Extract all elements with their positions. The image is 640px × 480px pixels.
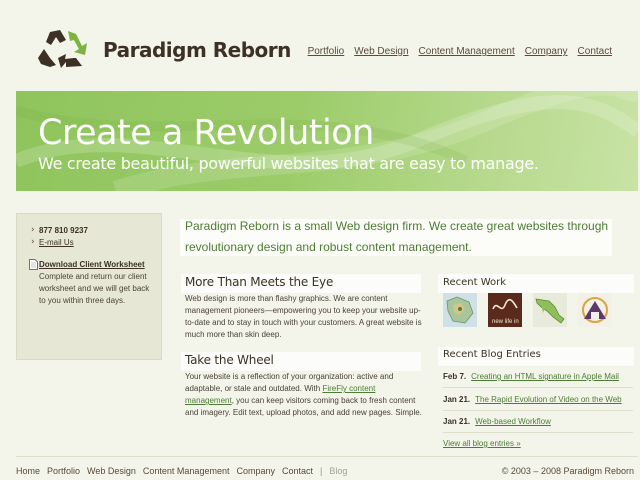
blog-link[interactable]: Web-based Workflow xyxy=(475,417,551,426)
footer-link-portfolio[interactable]: Portfolio xyxy=(47,466,80,476)
thumb-caption: new life in xyxy=(492,319,519,325)
copyright-text: © 2003 – 2008 Paradigm Reborn xyxy=(501,466,634,476)
contact-sidebar: › 877 810 9237 › E-mail Us Download Clie… xyxy=(16,213,162,360)
site-logo-text[interactable]: Paradigm Reborn xyxy=(103,38,291,62)
footer-link-contact[interactable]: Contact xyxy=(282,466,313,476)
banner-title: Create a Revolution xyxy=(38,113,374,153)
hero-banner: Create a Revolution We create beautiful,… xyxy=(16,91,638,191)
blog-link[interactable]: The Rapid Evolution of Video on the Web xyxy=(475,395,621,404)
intro-text: Paradigm Reborn is a small Web design fi… xyxy=(185,219,609,254)
recent-work-heading: Recent Work xyxy=(443,277,507,288)
nav-web-design[interactable]: Web Design xyxy=(354,46,408,57)
recycle-icon[interactable] xyxy=(36,28,92,70)
blog-date: Jan 21. xyxy=(443,395,471,404)
blog-date: Jan 21. xyxy=(443,417,471,426)
download-description: Complete and return our client worksheet… xyxy=(39,272,150,305)
footer-link-web-design[interactable]: Web Design xyxy=(87,466,136,476)
divider xyxy=(443,432,633,433)
footer-link-blog[interactable]: Blog xyxy=(329,466,347,476)
footer-separator: | xyxy=(320,466,323,476)
footer-link-content-management[interactable]: Content Management xyxy=(143,466,230,476)
blog-date: Feb 7. xyxy=(443,372,467,381)
email-link[interactable]: E-mail Us xyxy=(39,238,74,247)
nav-content-management[interactable]: Content Management xyxy=(419,46,515,57)
blog-entry: Jan 21. Web-based Workflow xyxy=(443,417,551,426)
section-body-take-the-wheel: Your website is a reflection of your org… xyxy=(185,371,425,419)
phone-number: 877 810 9237 xyxy=(39,226,88,235)
blog-entry: Feb 7. Creating an HTML signature in Appl… xyxy=(443,372,619,381)
divider xyxy=(443,387,633,388)
section-heading-more-than-meets-eye: More Than Meets the Eye xyxy=(185,275,334,289)
portfolio-thumb-map-icon[interactable] xyxy=(443,293,477,327)
nav-portfolio[interactable]: Portfolio xyxy=(308,46,345,57)
portfolio-thumb-mexico-map-icon[interactable] xyxy=(533,293,567,327)
main-nav: Portfolio Web Design Content Management … xyxy=(308,46,612,57)
blog-link[interactable]: Creating an HTML signature in Apple Mail xyxy=(471,372,619,381)
footer-link-company[interactable]: Company xyxy=(236,466,275,476)
footer-link-home[interactable]: Home xyxy=(16,466,40,476)
banner-subtitle: We create beautiful, powerful websites t… xyxy=(38,154,539,173)
footer-divider xyxy=(16,456,638,457)
view-all-blog-link[interactable]: View all blog entries » xyxy=(443,439,521,448)
chevron-right-icon: › xyxy=(31,237,35,247)
divider xyxy=(443,410,633,411)
nav-company[interactable]: Company xyxy=(525,46,568,57)
section-body-more-than-meets-eye: Web design is more than flashy graphics.… xyxy=(185,294,422,339)
document-icon xyxy=(29,259,38,270)
blog-heading: Recent Blog Entries xyxy=(443,349,541,360)
chevron-right-icon: › xyxy=(31,225,35,235)
download-worksheet-link[interactable]: Download Client Worksheet xyxy=(39,260,145,269)
portfolio-thumb-signature-icon[interactable]: new life in xyxy=(488,293,522,327)
nav-contact[interactable]: Contact xyxy=(578,46,612,57)
blog-entry: Jan 21. The Rapid Evolution of Video on t… xyxy=(443,395,622,404)
footer-nav: Home Portfolio Web Design Content Manage… xyxy=(16,466,347,476)
section-heading-take-the-wheel: Take the Wheel xyxy=(185,353,274,367)
portfolio-thumb-house-logo-icon[interactable] xyxy=(578,293,612,327)
